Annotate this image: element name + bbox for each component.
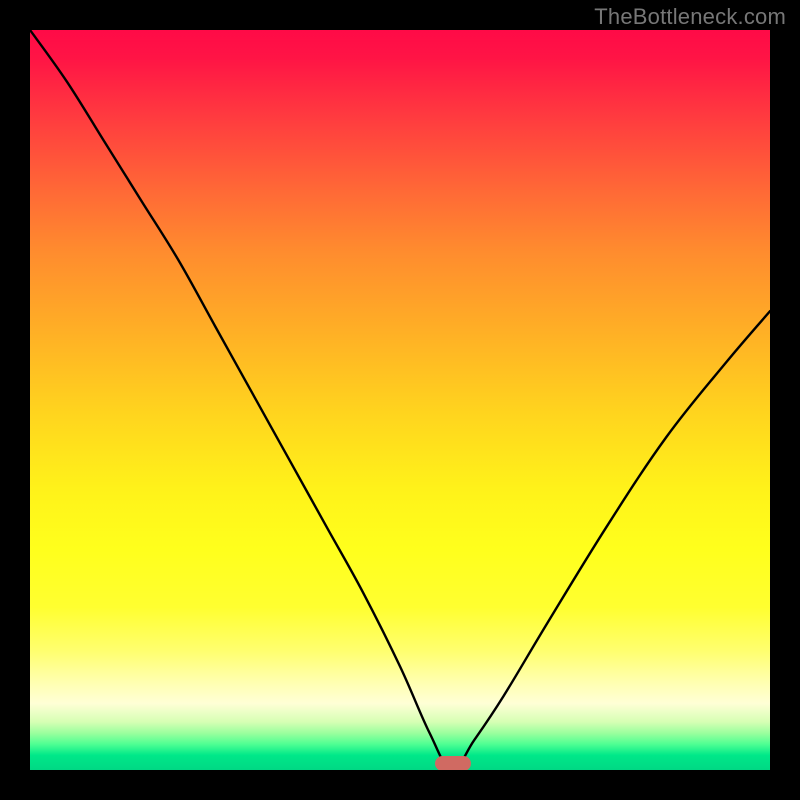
optimum-marker [435,756,471,770]
curve-path [30,30,770,770]
bottleneck-curve [30,30,770,770]
chart-frame: TheBottleneck.com [0,0,800,800]
watermark-text: TheBottleneck.com [594,4,786,30]
plot-area [30,30,770,770]
